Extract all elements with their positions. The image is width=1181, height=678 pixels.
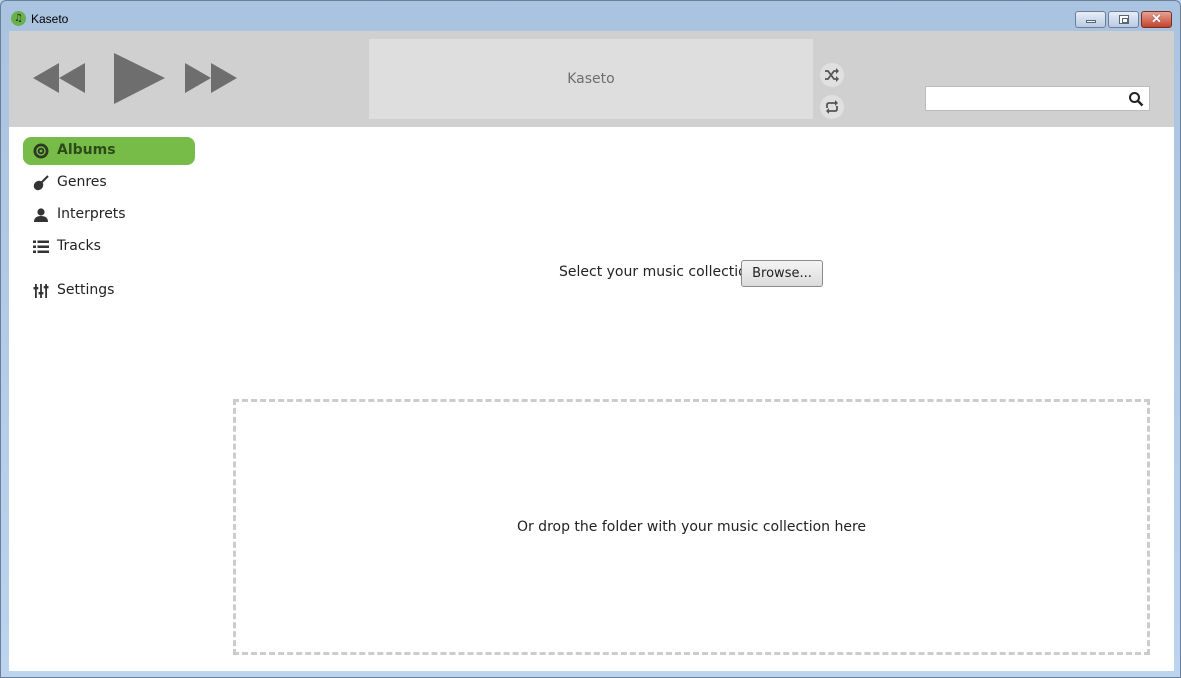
title-bar[interactable]: ♫ Kaseto ✕ (1, 1, 1180, 31)
app-window: ♫ Kaseto ✕ Kaseto Albums Genres Interpre… (0, 0, 1181, 678)
search-input[interactable] (926, 87, 1122, 110)
play-button[interactable] (113, 53, 167, 105)
music-note-icon: ♫ (11, 11, 26, 26)
sidebar-item-label: Interprets (57, 206, 126, 222)
next-button[interactable] (185, 63, 239, 93)
shuffle-icon (825, 68, 839, 82)
sidebar-item-label: Genres (57, 174, 107, 190)
player-toolbar: Kaseto (9, 31, 1174, 127)
client-area: Kaseto Albums Genres Interprets Tracks S… (9, 31, 1174, 671)
sidebar-item-albums[interactable]: Albums (23, 137, 195, 165)
maximize-button[interactable] (1108, 11, 1139, 28)
shuffle-button[interactable] (820, 63, 844, 87)
sidebar-item-label: Tracks (57, 238, 101, 254)
fast-forward-icon (185, 63, 237, 93)
disc-icon (33, 143, 49, 159)
drop-zone[interactable]: Or drop the folder with your music colle… (233, 399, 1150, 655)
restore-icon (1119, 15, 1129, 24)
browse-button[interactable]: Browse... (741, 260, 823, 287)
minimize-button[interactable] (1075, 11, 1106, 28)
sliders-icon (33, 284, 49, 298)
sidebar-item-genres[interactable]: Genres (23, 169, 195, 197)
close-icon: ✕ (1151, 11, 1162, 26)
repeat-button[interactable] (820, 95, 844, 119)
close-button[interactable]: ✕ (1141, 11, 1172, 28)
person-icon (34, 208, 48, 222)
rewind-icon (33, 63, 85, 93)
sidebar-item-tracks[interactable]: Tracks (23, 233, 195, 261)
select-collection-label: Select your music collection: (559, 264, 761, 280)
previous-button[interactable] (33, 63, 87, 93)
now-playing-display: Kaseto (369, 39, 813, 119)
sidebar-item-settings[interactable]: Settings (23, 277, 195, 305)
sidebar-item-label: Albums (57, 142, 116, 158)
repeat-icon (826, 100, 838, 114)
drop-zone-text: Or drop the folder with your music colle… (516, 519, 867, 535)
window-title: Kaseto (31, 12, 69, 26)
sidebar-item-label: Settings (57, 282, 115, 298)
list-icon (33, 240, 49, 253)
play-icon (114, 53, 165, 104)
search-box (925, 86, 1150, 111)
guitar-icon (33, 175, 49, 191)
minimize-icon (1086, 20, 1096, 23)
sidebar-item-interprets[interactable]: Interprets (23, 201, 195, 229)
search-icon[interactable] (1128, 91, 1144, 107)
